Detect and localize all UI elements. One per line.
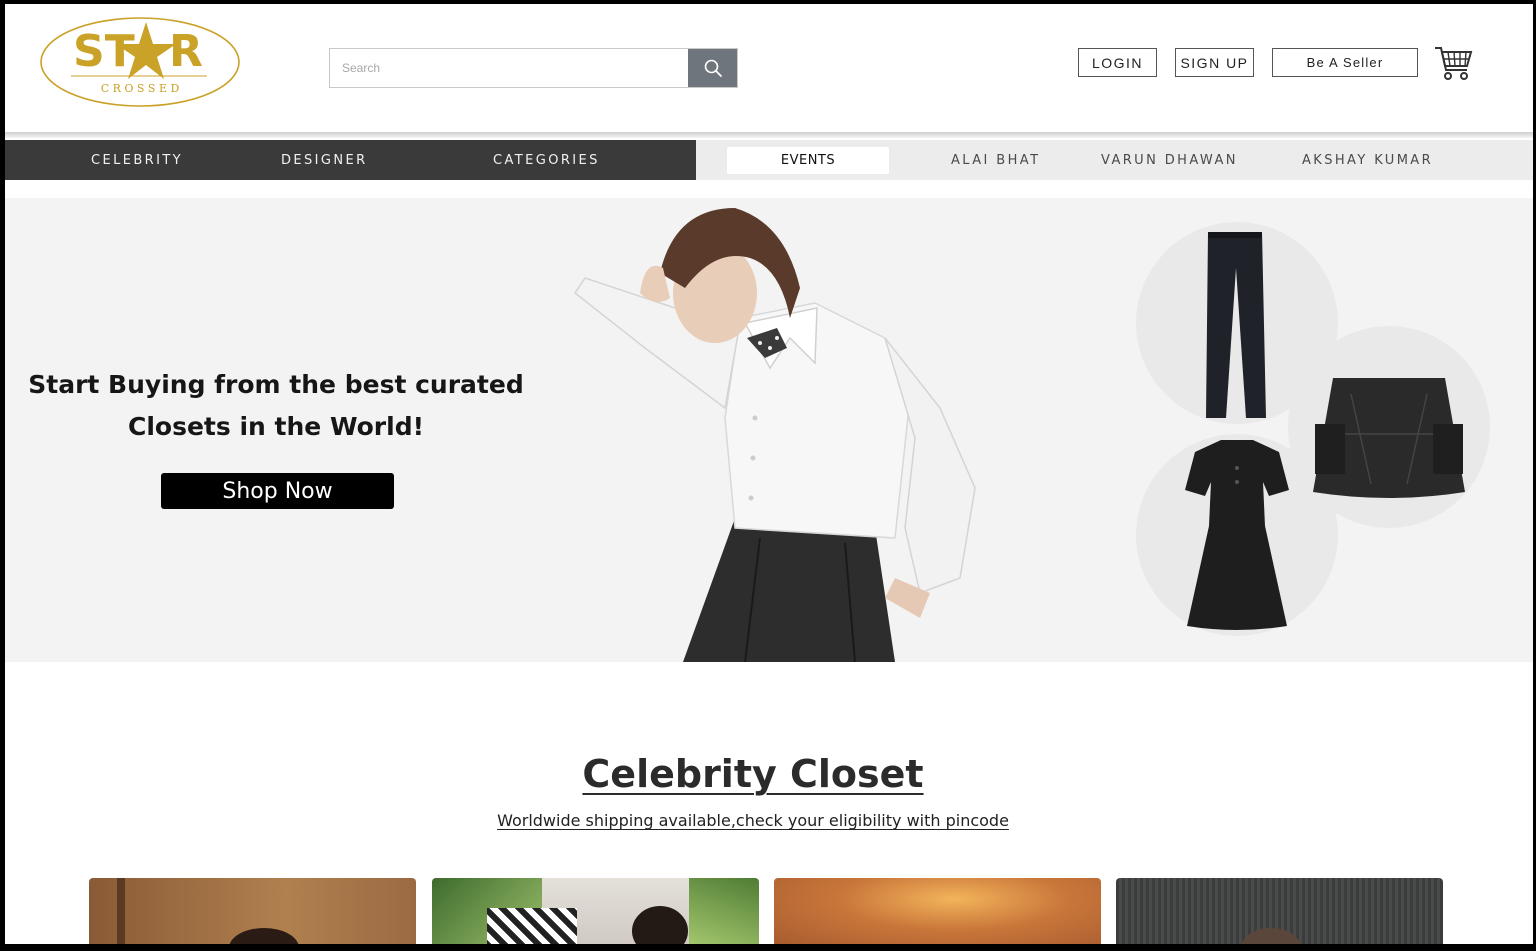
celebrity-card-4[interactable] — [1116, 878, 1443, 944]
nav-item-alai-bhat[interactable]: ALAI BHAT — [951, 140, 1040, 180]
search-bar — [329, 48, 738, 88]
model-image — [573, 208, 976, 662]
nav-item-categories[interactable]: CATEGORIES — [493, 140, 600, 180]
celebrity-card-2[interactable] — [432, 878, 759, 944]
signup-button[interactable]: SIGN UP — [1175, 48, 1254, 77]
nav-item-events[interactable]: EVENTS — [727, 147, 889, 174]
login-button[interactable]: LOGIN — [1078, 48, 1157, 77]
celebrity-card-3[interactable] — [774, 878, 1101, 944]
trousers-image — [1206, 232, 1266, 418]
hero-title: Start Buying from the best curated Close… — [25, 364, 527, 448]
be-a-seller-button[interactable]: Be A Seller — [1272, 48, 1418, 77]
secondary-nav: EVENTS ALAI BHAT VARUN DHAWAN AKSHAY KUM… — [696, 140, 1533, 180]
search-button[interactable] — [688, 49, 737, 87]
celebrity-card-1[interactable] — [89, 878, 416, 944]
site-header: ST R C R O S S E D LOGIN SIGN UP Be A Se… — [5, 4, 1533, 132]
hero-title-line2: Closets in the World! — [128, 412, 424, 441]
nav-item-varun-dhawan[interactable]: VARUN DHAWAN — [1101, 140, 1238, 180]
section-title: Celebrity Closet — [5, 752, 1501, 796]
page: ST R C R O S S E D LOGIN SIGN UP Be A Se… — [5, 4, 1533, 944]
pincode-link[interactable]: Worldwide shipping available,check your … — [497, 811, 1009, 830]
skirt-image — [1313, 378, 1465, 498]
nav-item-celebrity[interactable]: CELEBRITY — [91, 140, 183, 180]
cart-icon[interactable] — [1433, 44, 1473, 82]
search-icon — [704, 59, 722, 77]
nav-item-akshay-kumar[interactable]: AKSHAY KUMAR — [1302, 140, 1433, 180]
star-crossed-logo[interactable]: ST R C R O S S E D — [39, 14, 241, 109]
section-subtitle: Worldwide shipping available,check your … — [5, 811, 1501, 830]
dress-image — [1185, 440, 1289, 630]
nav-item-designer[interactable]: DESIGNER — [281, 140, 368, 180]
search-input[interactable] — [330, 49, 688, 87]
logo-r: R — [169, 26, 203, 77]
header-divider — [5, 132, 1533, 138]
hero-title-line1: Start Buying from the best curated — [28, 370, 524, 399]
section-title-text: Celebrity Closet — [582, 752, 924, 796]
logo-st: ST — [73, 26, 135, 77]
primary-nav: CELEBRITY DESIGNER CATEGORIES — [5, 140, 696, 180]
hero-banner: Start Buying from the best curated Close… — [5, 198, 1533, 662]
shop-now-button[interactable]: Shop Now — [161, 473, 394, 509]
logo-subtitle: C R O S S E D — [101, 82, 180, 95]
